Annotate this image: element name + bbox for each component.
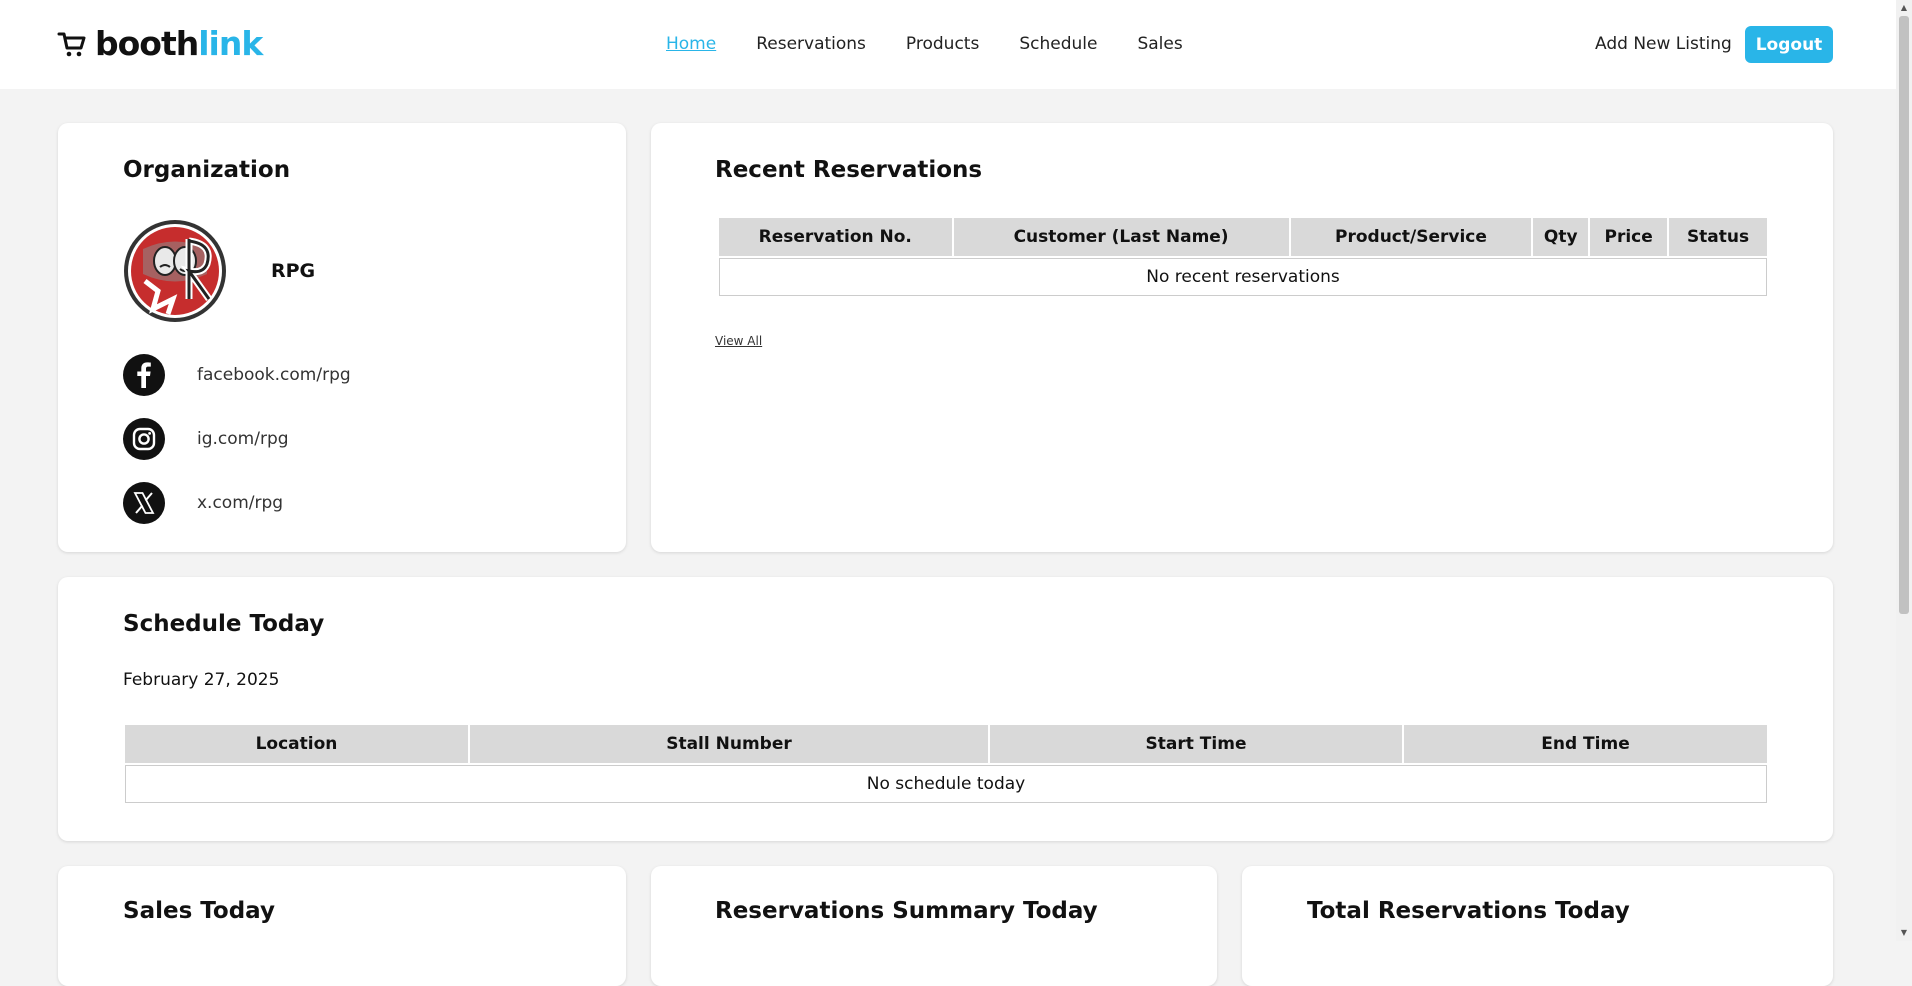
brand-name: boothlink	[95, 24, 263, 64]
organization-name: RPG	[271, 260, 316, 282]
organization-card: Organization RPG facebook.com/rpg ig.com…	[58, 123, 626, 552]
empty-reservations-message: No recent reservations	[719, 258, 1767, 296]
recent-reservations-card: Recent Reservations Reservation No. Cust…	[651, 123, 1833, 552]
column-stall-number: Stall Number	[470, 725, 988, 763]
schedule-today-card: Schedule Today February 27, 2025 Locatio…	[58, 577, 1833, 841]
total-reservations-card: Total Reservations Today	[1242, 866, 1833, 986]
logout-button[interactable]: Logout	[1745, 26, 1833, 63]
column-reservation-no: Reservation No.	[719, 218, 952, 256]
reservations-summary-title: Reservations Summary Today	[715, 898, 1098, 924]
x-icon	[123, 482, 165, 524]
social-facebook[interactable]: facebook.com/rpg	[123, 354, 351, 396]
top-navbar: boothlink Home Reservations Products Sch…	[0, 0, 1896, 89]
nav-schedule[interactable]: Schedule	[1019, 34, 1097, 54]
reservations-summary-card: Reservations Summary Today	[651, 866, 1217, 986]
page-scrollbar[interactable]: ▲ ▼	[1896, 0, 1912, 941]
organization-title: Organization	[123, 157, 291, 183]
scroll-down-arrow-icon[interactable]: ▼	[1896, 925, 1912, 941]
column-status: Status	[1669, 218, 1767, 256]
nav-sales[interactable]: Sales	[1137, 34, 1182, 54]
schedule-table: Location Stall Number Start Time End Tim…	[123, 723, 1769, 805]
sales-today-title: Sales Today	[123, 898, 275, 924]
column-qty: Qty	[1533, 218, 1589, 256]
column-location: Location	[125, 725, 468, 763]
brand-name-part2: link	[198, 24, 263, 63]
facebook-icon	[123, 354, 165, 396]
instagram-icon	[123, 418, 165, 460]
brand-name-part1: booth	[95, 24, 199, 63]
scroll-up-arrow-icon[interactable]: ▲	[1896, 0, 1912, 16]
x-link[interactable]: x.com/rpg	[197, 493, 283, 513]
scrollbar-thumb[interactable]	[1899, 16, 1909, 614]
nav-products[interactable]: Products	[906, 34, 979, 54]
instagram-link[interactable]: ig.com/rpg	[197, 429, 289, 449]
column-start-time: Start Time	[990, 725, 1402, 763]
main-nav: Home Reservations Products Schedule Sale…	[666, 34, 1223, 54]
view-all-link[interactable]: View All	[715, 334, 762, 348]
table-header-row: Reservation No. Customer (Last Name) Pro…	[719, 218, 1767, 256]
nav-reservations[interactable]: Reservations	[756, 34, 866, 54]
column-customer: Customer (Last Name)	[953, 218, 1289, 256]
column-end-time: End Time	[1404, 725, 1767, 763]
social-instagram[interactable]: ig.com/rpg	[123, 418, 289, 460]
schedule-date: February 27, 2025	[123, 670, 280, 690]
column-product-service: Product/Service	[1290, 218, 1532, 256]
add-new-listing-link[interactable]: Add New Listing	[1595, 34, 1732, 54]
empty-schedule-message: No schedule today	[125, 765, 1767, 803]
total-reservations-title: Total Reservations Today	[1307, 898, 1630, 924]
shopping-cart-icon	[57, 32, 86, 57]
column-price: Price	[1590, 218, 1668, 256]
schedule-today-title: Schedule Today	[123, 611, 325, 637]
organization-avatar	[124, 220, 226, 322]
social-x[interactable]: x.com/rpg	[123, 482, 283, 524]
sales-today-card: Sales Today	[58, 866, 626, 986]
brand-logo[interactable]: boothlink	[57, 24, 263, 64]
table-header-row: Location Stall Number Start Time End Tim…	[125, 725, 1767, 763]
nav-home[interactable]: Home	[666, 34, 716, 54]
recent-reservations-title: Recent Reservations	[715, 157, 983, 183]
facebook-link[interactable]: facebook.com/rpg	[197, 365, 351, 385]
table-row: No recent reservations	[719, 258, 1767, 296]
table-row: No schedule today	[125, 765, 1767, 803]
recent-reservations-table: Reservation No. Customer (Last Name) Pro…	[717, 216, 1769, 298]
